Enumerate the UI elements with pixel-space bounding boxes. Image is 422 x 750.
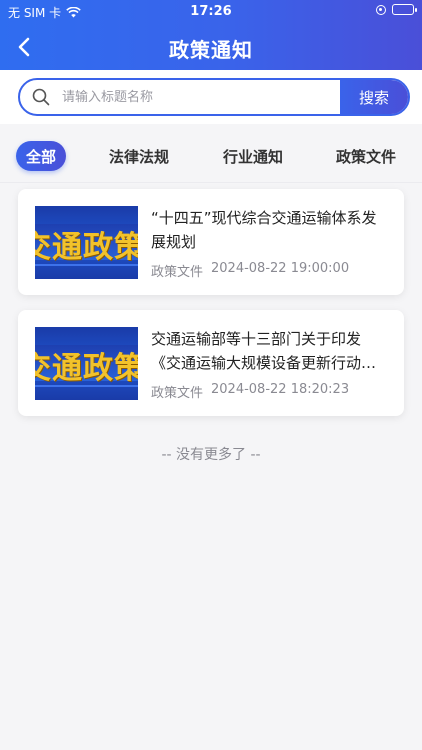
category-tabs: 全部 法律法规 行业通知 政策文件 bbox=[0, 124, 422, 184]
tab-policy-documents[interactable]: 政策文件 bbox=[327, 141, 405, 171]
list-item[interactable]: 交通政策 “十四五”现代综合交通运输体系发展规划 政策文件 2024-08-22… bbox=[18, 189, 404, 295]
search-box: 搜索 bbox=[18, 78, 410, 116]
item-meta: 政策文件 2024-08-22 18:20:23 bbox=[151, 382, 349, 401]
page-title: 政策通知 bbox=[169, 38, 253, 62]
divider bbox=[0, 182, 422, 183]
thumbnail-text: 交通政策 bbox=[35, 230, 138, 265]
thumbnail-text: 交通政策 bbox=[35, 351, 138, 386]
search-input[interactable] bbox=[62, 80, 342, 114]
battery-icon bbox=[392, 4, 417, 15]
thumbnail-image: 交通政策 bbox=[35, 327, 138, 400]
status-bar: 无 SIM 卡 17:26 bbox=[0, 0, 422, 22]
orientation-lock-icon bbox=[376, 4, 386, 15]
search-icon bbox=[32, 88, 50, 106]
status-right bbox=[376, 4, 417, 15]
tab-industry-notices[interactable]: 行业通知 bbox=[214, 141, 292, 171]
search-button[interactable]: 搜索 bbox=[340, 80, 408, 114]
tab-all[interactable]: 全部 bbox=[16, 141, 66, 171]
item-category: 政策文件 bbox=[151, 265, 204, 280]
item-meta: 政策文件 2024-08-22 19:00:00 bbox=[151, 261, 349, 280]
item-date: 2024-08-22 18:20:23 bbox=[211, 382, 350, 397]
item-category: 政策文件 bbox=[151, 386, 204, 401]
search-bar: 搜索 bbox=[0, 70, 422, 124]
header: 无 SIM 卡 17:26 政策通知 bbox=[0, 0, 422, 70]
thumbnail-image: 交通政策 bbox=[35, 206, 138, 279]
tab-laws[interactable]: 法律法规 bbox=[100, 141, 178, 171]
item-title: “十四五”现代综合交通运输体系发展规划 bbox=[151, 209, 377, 251]
no-more-label: -- 没有更多了 -- bbox=[161, 447, 261, 463]
item-title: 交通运输部等十三部门关于印发《交通运输大规模设备更新行动方案》的通知 bbox=[151, 330, 377, 372]
item-date: 2024-08-22 19:00:00 bbox=[211, 261, 350, 276]
status-time: 17:26 bbox=[190, 4, 232, 19]
list-item[interactable]: 交通政策 交通运输部等十三部门关于印发《交通运输大规模设备更新行动方案》的通知 … bbox=[18, 310, 404, 416]
nav-bar: 政策通知 bbox=[0, 30, 422, 64]
